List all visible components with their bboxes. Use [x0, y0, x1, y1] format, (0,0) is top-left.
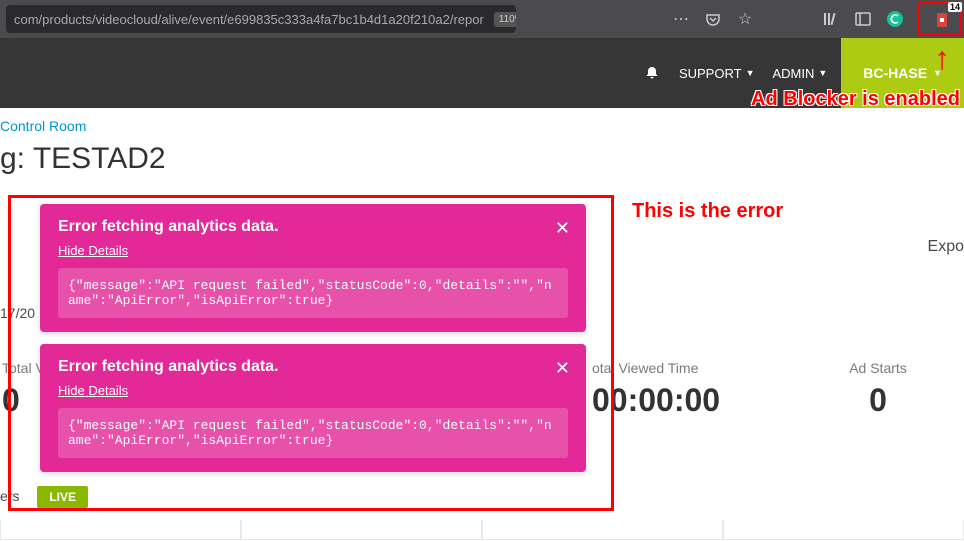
- breadcrumb[interactable]: Control Room: [0, 118, 964, 136]
- tab-placeholder[interactable]: [0, 520, 241, 540]
- url-bar[interactable]: com/products/videocloud/alive/event/e699…: [6, 5, 516, 33]
- zoom-badge[interactable]: 110%: [494, 12, 516, 27]
- adblock-highlight: 14: [918, 2, 962, 36]
- tab-placeholder[interactable]: [241, 520, 482, 540]
- stat-value: 0: [792, 382, 964, 419]
- close-icon[interactable]: ✕: [555, 358, 570, 379]
- alert-title: Error fetching analytics data.: [58, 358, 568, 376]
- alert-body: {"message":"API request failed","statusC…: [58, 268, 568, 318]
- alert-body: {"message":"API request failed","statusC…: [58, 408, 568, 458]
- star-icon[interactable]: ☆: [736, 10, 754, 28]
- hide-details-link[interactable]: Hide Details: [58, 243, 128, 258]
- sidebar-icon[interactable]: [854, 10, 872, 28]
- date-fragment: 17/20: [0, 305, 35, 321]
- hide-details-link[interactable]: Hide Details: [58, 383, 128, 398]
- live-badge: LIVE: [37, 486, 88, 508]
- alert-title: Error fetching analytics data.: [58, 218, 568, 236]
- stat-label: Ad Starts: [792, 360, 964, 376]
- tab-placeholder[interactable]: [482, 520, 723, 540]
- bell-icon[interactable]: [643, 64, 661, 82]
- chevron-down-icon: ▼: [746, 68, 755, 78]
- nav-admin[interactable]: ADMIN▼: [772, 66, 827, 81]
- annotation-error: This is the error: [632, 200, 783, 223]
- grammarly-icon[interactable]: [886, 10, 904, 28]
- pocket-icon[interactable]: [704, 10, 722, 28]
- annotation-arrow-up: ↑: [934, 42, 950, 74]
- error-alert: ✕ Error fetching analytics data. Hide De…: [40, 344, 586, 472]
- main-content: Control Room g: TESTAD2: [0, 108, 964, 176]
- stat-label: otal Viewed Time: [592, 360, 790, 376]
- bottom-tabs: [0, 520, 964, 540]
- alert-stack: ✕ Error fetching analytics data. Hide De…: [40, 204, 586, 484]
- annotation-adblocker: Ad Blocker is enabled: [751, 88, 960, 111]
- browser-toolbar: com/products/videocloud/alive/event/e699…: [0, 0, 964, 38]
- chevron-down-icon: ▼: [818, 68, 827, 78]
- close-icon[interactable]: ✕: [555, 218, 570, 239]
- tab-placeholder[interactable]: [723, 520, 964, 540]
- error-alert: ✕ Error fetching analytics data. Hide De…: [40, 204, 586, 332]
- dots-icon[interactable]: ⋯: [672, 10, 690, 28]
- browser-actions: ⋯ ☆: [672, 10, 958, 28]
- export-button[interactable]: Expo: [928, 238, 964, 256]
- page-title: g: TESTAD2: [0, 142, 964, 176]
- nav-support[interactable]: SUPPORT▼: [679, 66, 755, 81]
- stat-value: 00:00:00: [592, 382, 790, 419]
- adblock-count: 14: [948, 2, 962, 12]
- library-icon[interactable]: [822, 10, 840, 28]
- adblock-icon[interactable]: [934, 12, 950, 28]
- header-nav: SUPPORT▼ ADMIN▼: [643, 64, 827, 82]
- bottom-text: ers LIVE: [0, 488, 88, 504]
- url-text: com/products/videocloud/alive/event/e699…: [14, 12, 484, 27]
